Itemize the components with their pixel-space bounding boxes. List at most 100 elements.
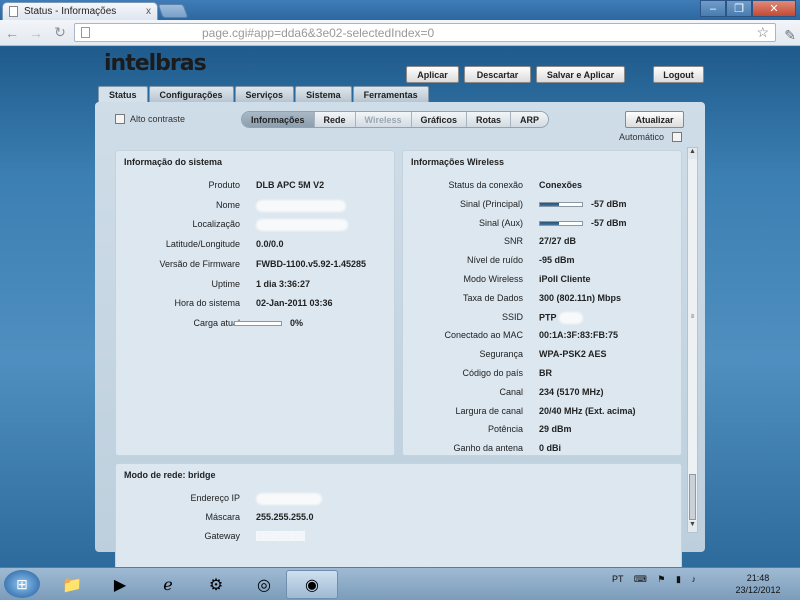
system-info-row: Nome [116, 199, 394, 212]
keyboard-icon[interactable]: ⌨ [634, 574, 647, 584]
wireless-info-value: Conexões [539, 180, 583, 190]
bookmark-star-icon[interactable]: ☆ [756, 24, 769, 41]
remote-app-icon[interactable]: ◎ [238, 570, 290, 599]
scroll-area: Informação do sistema Produto DLB APC 5M … [95, 145, 698, 578]
network-label: Endereço IP [190, 493, 240, 503]
clock-date: 23/12/2012 [735, 585, 781, 595]
discard-button[interactable]: Descartar [464, 66, 531, 83]
system-info-title: Informação do sistema [124, 157, 223, 167]
automatic-checkbox[interactable] [672, 132, 683, 142]
wireless-info-label: SNR [503, 236, 523, 247]
address-bar[interactable]: page.cgi#app=dda6&3e02-selectedIndex=0 ☆ [74, 23, 776, 42]
logout-button[interactable]: Logout [653, 66, 704, 83]
page-footer: Intelbras © 2012 [366, 556, 434, 566]
redacted-value [256, 199, 346, 212]
language-indicator[interactable]: PT [612, 574, 623, 584]
vertical-scrollbar[interactable]: ▲ ≡ ▼ [687, 147, 698, 533]
tab-servicos[interactable]: Serviços [234, 86, 295, 102]
maximize-icon[interactable]: ❐ [726, 0, 752, 17]
high-contrast-checkbox[interactable] [115, 114, 125, 124]
system-info-label: Nome [215, 199, 240, 210]
system-info-label: Produto [208, 180, 240, 190]
subtab-arp[interactable]: ARP [511, 112, 549, 127]
start-button[interactable]: ⊞ [4, 570, 40, 598]
level-bar-fill [540, 221, 559, 225]
tab-title: Status - Informações [24, 6, 117, 17]
explorer-icon[interactable]: 📁 [46, 570, 98, 599]
wireless-info-value: WPA-PSK2 AES [539, 349, 607, 360]
system-info-value: 0.0/0.0 [256, 239, 284, 250]
chrome-icon[interactable]: ◉ [286, 570, 338, 599]
scrollbar-thumb[interactable] [689, 474, 696, 520]
wireless-info-row: Segurança WPA-PSK2 AES [403, 349, 681, 361]
wireless-info-label: Sinal (Aux) [478, 217, 523, 228]
wireless-info-row: Código do país BR [403, 368, 681, 380]
wireless-info-row: Ganho da antena 0 dBi [403, 443, 681, 455]
wireless-info-row: Status da conexão Conexões [403, 180, 681, 192]
reload-icon[interactable]: ↻ [48, 24, 72, 41]
subtab-graficos[interactable]: Gráficos [411, 112, 468, 127]
intelbras-logo: intelbras [104, 51, 207, 76]
redacted-value [256, 493, 322, 505]
high-contrast-label: Alto contraste [130, 114, 186, 124]
wireless-info-label: Nível de ruído [466, 255, 523, 266]
internet-explorer-icon[interactable]: ℯ [142, 570, 194, 599]
high-contrast-toggle[interactable]: Alto contraste [115, 114, 185, 124]
back-icon[interactable]: ← [0, 25, 24, 41]
wireless-info-row: Sinal (Aux) -57 dBm [403, 218, 681, 230]
network-row: Máscara 255.255.255.0 [116, 512, 681, 524]
save-apply-button[interactable]: Salvar e Aplicar [536, 66, 625, 83]
tab-sistema[interactable]: Sistema [295, 86, 352, 102]
level-bar [539, 201, 583, 207]
wireless-info-label: Largura de canal [455, 405, 523, 416]
wireless-info-value: 20/40 MHz (Ext. acima) [539, 405, 636, 416]
apply-button[interactable]: Aplicar [406, 66, 459, 83]
wireless-info-row: Potência 29 dBm [403, 424, 681, 436]
wireless-info-box: Informações Wireless Status da conexão Co… [402, 150, 682, 456]
subtab-rotas[interactable]: Rotas [467, 112, 512, 127]
new-tab-button[interactable] [157, 4, 189, 18]
tab-ferramentas[interactable]: Ferramentas [352, 86, 429, 102]
wireless-info-row: Conectado ao MAC 00:1A:3F:83:FB:75 [403, 330, 681, 342]
wireless-info-label: Código do país [462, 368, 523, 378]
tab-close-icon[interactable]: x [146, 6, 151, 17]
wireless-info-row: SNR 27/27 dB [403, 236, 681, 248]
browser-tab[interactable]: Status - Informações x [2, 2, 158, 20]
system-info-box: Informação do sistema Produto DLB APC 5M … [115, 150, 395, 456]
router-page: intelbras Aplicar Descartar Salvar e Apl… [0, 47, 800, 578]
page-icon [9, 6, 18, 17]
sub-tabs: Informações Rede Wireless Gráficos Rotas… [241, 111, 550, 128]
scroll-down-icon[interactable]: ▼ [688, 521, 697, 532]
address-path: page.cgi#app=dda6&3e02-selectedIndex=0 [202, 25, 435, 40]
network-row: Endereço IP [116, 493, 681, 505]
level-bar-fill [540, 202, 559, 206]
refresh-button[interactable]: Atualizar [625, 111, 684, 128]
flag-icon[interactable]: ⚑ [657, 574, 665, 584]
wireless-info-row: Taxa de Dados 300 (802.11n) Mbps [403, 293, 681, 305]
system-info-row: Produto DLB APC 5M V2 [116, 180, 394, 192]
subtab-informacoes[interactable]: Informações [242, 112, 315, 127]
wireless-info-value: 234 (5170 MHz) [539, 386, 604, 397]
subtab-rede[interactable]: Rede [314, 112, 356, 127]
signal-icon[interactable]: ▮ [676, 574, 681, 584]
wireless-info-label: Ganho da antena [453, 443, 523, 454]
tab-status[interactable]: Status [98, 86, 148, 102]
subtab-wireless[interactable]: Wireless [355, 112, 412, 127]
forward-icon[interactable]: → [24, 25, 48, 41]
system-info-row: Versão de Firmware FWBD-1100.v5.92-1.4528… [116, 259, 394, 271]
scroll-up-icon[interactable]: ▲ [688, 148, 697, 159]
clock[interactable]: 21:48 23/12/2012 [730, 572, 786, 596]
automatic-toggle[interactable]: Automático [619, 132, 683, 142]
wireless-info-value: 27/27 dB [539, 236, 577, 247]
tab-configuracoes[interactable]: Configurações [148, 86, 234, 102]
wireless-info-row: Sinal (Principal) -57 dBm [403, 199, 681, 211]
minimize-icon[interactable]: – [700, 0, 726, 17]
network-label: Gateway [204, 531, 240, 541]
network-app-icon[interactable]: ⚙ [190, 570, 242, 599]
system-info-row: Carga atual 0% [116, 318, 394, 330]
wrench-menu-icon[interactable]: ✎ [784, 27, 796, 44]
media-player-icon[interactable]: ▶ [94, 570, 146, 599]
network-label: Máscara [205, 512, 240, 522]
close-window-icon[interactable]: ✕ [752, 0, 796, 17]
volume-icon[interactable]: ♪ [691, 574, 696, 584]
